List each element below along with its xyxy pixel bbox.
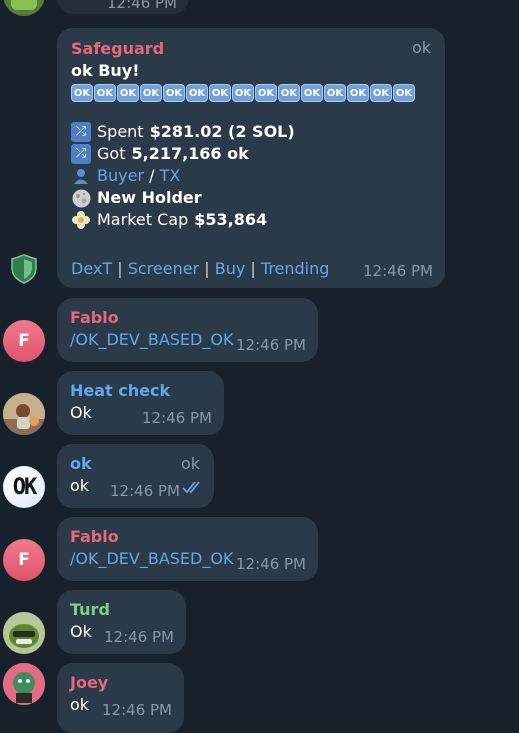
got-value: 5,217,166 ok: [131, 144, 249, 163]
avatar-photo: [3, 612, 45, 654]
link-sep: |: [204, 259, 210, 278]
ok-emoji-icon: OK: [232, 84, 254, 102]
link-sep: |: [117, 259, 123, 278]
spent-label: Spent: [97, 122, 144, 141]
buy-title: ok Buy!: [71, 61, 140, 80]
avatar-letter: F: [18, 550, 30, 570]
avatar-turd[interactable]: [3, 612, 45, 654]
ok-emoji-icon: OK: [163, 84, 185, 102]
message-time: 12:46 PM: [142, 409, 212, 427]
message-bubble: Joey ok 12:46 PM: [57, 663, 184, 733]
message-bubble: Turd Ok 12:46 PM: [57, 590, 186, 654]
sender-name[interactable]: Safeguard: [71, 38, 431, 60]
person-icon: [71, 166, 91, 186]
ok-emoji-icon: OK: [209, 84, 231, 102]
ok-emoji-icon: OK: [140, 84, 162, 102]
spent-line: ⤮ Spent $281.02 (2 SOL): [71, 121, 431, 143]
buyer-tx-line: Buyer / TX: [71, 165, 431, 187]
safeguard-avatar[interactable]: [10, 254, 38, 284]
sender-name[interactable]: Joey: [70, 672, 171, 694]
safeguard-message-bubble: Safeguard ok ok Buy! OK OK OK OK OK OK OK OK OK O…: [57, 28, 445, 288]
top-avatar-partial[interactable]: [3, 0, 45, 16]
mcap-label: Market Cap: [97, 210, 189, 229]
avatar-fablo[interactable]: F: [3, 539, 45, 581]
link-trending[interactable]: Trending: [261, 259, 330, 278]
shuffle-icon: ⤮: [71, 144, 91, 164]
flower-icon: [71, 210, 91, 230]
got-label: Got: [97, 144, 126, 163]
link-screener[interactable]: Screener: [128, 259, 199, 278]
ok-emoji-icon: OK: [370, 84, 392, 102]
message-time: 12:46 PM: [107, 0, 177, 12]
double-check-icon: [182, 479, 204, 498]
bot-links-row: DexT | Screener | Buy | Trending: [71, 259, 329, 278]
mcap-value: $53,864: [194, 210, 268, 229]
new-holder-line: New Holder: [71, 187, 431, 209]
message-time: 12:46 PM: [102, 701, 172, 719]
moon-icon: [71, 188, 91, 208]
slash-sep: /: [149, 166, 155, 185]
message-time: 12:46 PM: [236, 555, 306, 573]
avatar-photo: [3, 393, 45, 435]
ok-emoji-icon: OK: [324, 84, 346, 102]
sender-name[interactable]: Fablo: [70, 526, 305, 548]
message-time-text: 12:46 PM: [110, 482, 180, 500]
sender-name[interactable]: Heat check: [70, 380, 211, 402]
sender-tag: ok: [411, 38, 431, 57]
message-time: 12:46 PM: [236, 336, 306, 354]
message-bubble-partial: Ok 12:46 PM: [57, 0, 189, 14]
message-bubble: Fablo /OK_DEV_BASED_OK 12:46 PM: [57, 298, 318, 362]
avatar-letter: F: [18, 331, 30, 351]
ok-emoji-row: OK OK OK OK OK OK OK OK OK OK OK OK OK OK OK: [71, 84, 431, 102]
ok-emoji-icon: OK: [186, 84, 208, 102]
shield-icon: [10, 254, 38, 288]
got-line: ⤮ Got 5,217,166 ok: [71, 143, 431, 165]
avatar-joey[interactable]: [3, 663, 45, 705]
shuffle-icon: ⤮: [71, 122, 91, 142]
ok-emoji-icon: OK: [255, 84, 277, 102]
avatar-text: OK: [12, 474, 37, 500]
avatar-photo: [3, 663, 45, 705]
avatar-heat-check[interactable]: [3, 393, 45, 435]
market-cap-line: Market Cap $53,864: [71, 209, 431, 231]
message-time: 12:46 PM: [104, 628, 174, 646]
link-buy[interactable]: Buy: [215, 259, 246, 278]
new-holder-text: New Holder: [97, 188, 202, 207]
link-dext[interactable]: DexT: [71, 259, 112, 278]
buyer-link[interactable]: Buyer: [97, 166, 144, 185]
message-time: 12:46 PM: [363, 262, 433, 280]
sender-name[interactable]: Fablo: [70, 307, 305, 329]
ok-emoji-icon: OK: [94, 84, 116, 102]
ok-emoji-icon: OK: [393, 84, 415, 102]
link-sep: |: [250, 259, 256, 278]
message-bubble: Fablo /OK_DEV_BASED_OK 12:46 PM: [57, 517, 318, 581]
ok-emoji-icon: OK: [347, 84, 369, 102]
spent-value: $281.02 (2 SOL): [149, 122, 295, 141]
message-time: 12:46 PM: [110, 482, 180, 500]
avatar-fablo[interactable]: F: [3, 320, 45, 362]
avatar-ok[interactable]: OK: [3, 466, 45, 508]
message-bubble: Heat check Ok 12:46 PM: [57, 371, 224, 435]
ok-emoji-icon: OK: [71, 84, 93, 102]
message-bubble: ok ok ok 12:46 PM: [57, 444, 214, 508]
sender-name[interactable]: Turd: [70, 599, 173, 621]
ok-emoji-icon: OK: [117, 84, 139, 102]
sender-tag: ok: [180, 454, 200, 473]
tx-link[interactable]: TX: [160, 166, 181, 185]
ok-emoji-icon: OK: [278, 84, 300, 102]
ok-emoji-icon: OK: [301, 84, 323, 102]
